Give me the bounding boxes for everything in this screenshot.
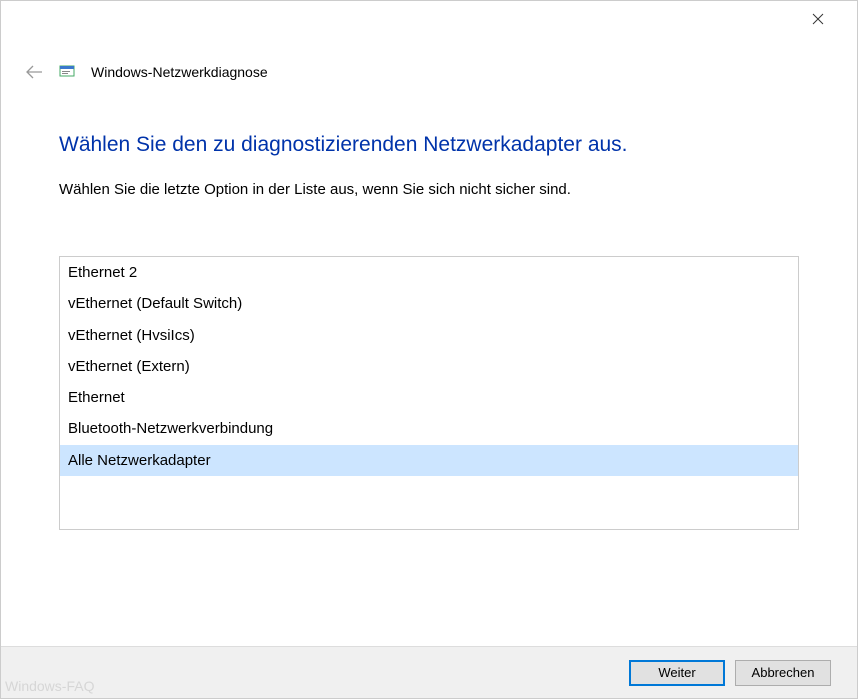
adapter-list-item[interactable]: Ethernet bbox=[60, 382, 798, 413]
adapter-list-item[interactable]: vEthernet (Extern) bbox=[60, 351, 798, 382]
next-button[interactable]: Weiter bbox=[629, 660, 725, 686]
adapter-list-item[interactable]: vEthernet (Default Switch) bbox=[60, 288, 798, 319]
adapter-list-item[interactable]: Ethernet 2 bbox=[60, 257, 798, 288]
wizard-header: Windows-Netzwerkdiagnose bbox=[1, 37, 857, 89]
arrow-left-icon bbox=[25, 64, 43, 80]
adapter-list-item[interactable]: vEthernet (HvsiIcs) bbox=[60, 320, 798, 351]
adapter-list-item[interactable]: Bluetooth-Netzwerkverbindung bbox=[60, 413, 798, 444]
adapter-list-item[interactable]: Alle Netzwerkadapter bbox=[60, 445, 798, 476]
instruction-text: Wählen Sie die letzte Option in der List… bbox=[59, 181, 799, 198]
network-troubleshooter-icon bbox=[59, 64, 77, 80]
back-button[interactable] bbox=[23, 61, 45, 83]
close-icon bbox=[812, 13, 824, 25]
wizard-title: Windows-Netzwerkdiagnose bbox=[91, 64, 268, 80]
cancel-button[interactable]: Abbrechen bbox=[735, 660, 831, 686]
wizard-footer: Weiter Abbrechen bbox=[1, 646, 857, 698]
close-button[interactable] bbox=[797, 4, 839, 34]
wizard-content: Wählen Sie den zu diagnostizierenden Net… bbox=[1, 89, 857, 530]
page-heading: Wählen Sie den zu diagnostizierenden Net… bbox=[59, 133, 799, 157]
adapter-listbox[interactable]: Ethernet 2vEthernet (Default Switch)vEth… bbox=[59, 256, 799, 530]
titlebar bbox=[1, 1, 857, 37]
